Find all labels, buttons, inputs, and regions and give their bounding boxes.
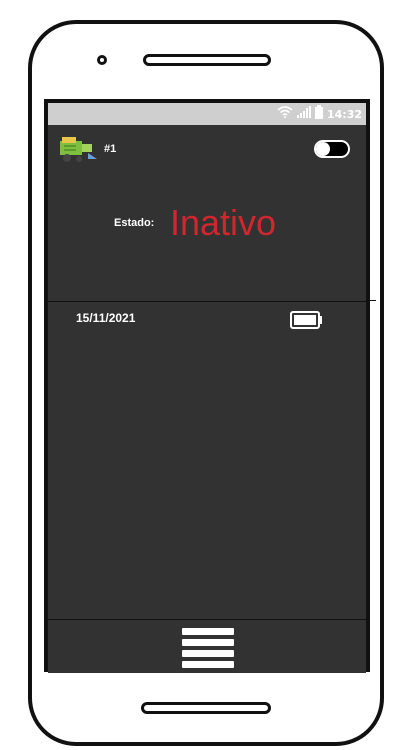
- status-icons: 14:32: [277, 104, 362, 124]
- signal-icon: [296, 105, 311, 123]
- phone-screen: 14:32 #1 Estado: Inativo 15/11/2021: [44, 99, 370, 673]
- divider-tick: [370, 300, 376, 301]
- speaker-slot: [143, 54, 271, 66]
- battery-icon: [290, 311, 324, 329]
- estado-value: Inativo: [170, 202, 277, 243]
- device-card: #1 Estado: Inativo: [48, 125, 366, 302]
- list-item[interactable]: 15/11/2021: [48, 301, 366, 341]
- bottom-nav: [48, 619, 366, 673]
- camera-icon: [97, 55, 107, 65]
- device-number: #1: [104, 143, 117, 155]
- entry-date: 15/11/2021: [76, 311, 136, 325]
- status-time: 14:32: [326, 107, 362, 121]
- menu-line: [182, 639, 234, 646]
- toggle-knob: [316, 142, 330, 156]
- battery-status-icon: [314, 104, 323, 124]
- home-button[interactable]: [141, 702, 271, 714]
- harvester-icon: [58, 135, 98, 165]
- menu-line: [182, 628, 234, 635]
- menu-line: [182, 661, 234, 668]
- hamburger-menu-icon[interactable]: [182, 628, 234, 668]
- menu-line: [182, 650, 234, 657]
- status-bar: 14:32: [48, 103, 366, 125]
- estado-label: Estado:: [114, 217, 155, 229]
- wifi-icon: [277, 105, 293, 123]
- device-toggle[interactable]: [314, 140, 350, 158]
